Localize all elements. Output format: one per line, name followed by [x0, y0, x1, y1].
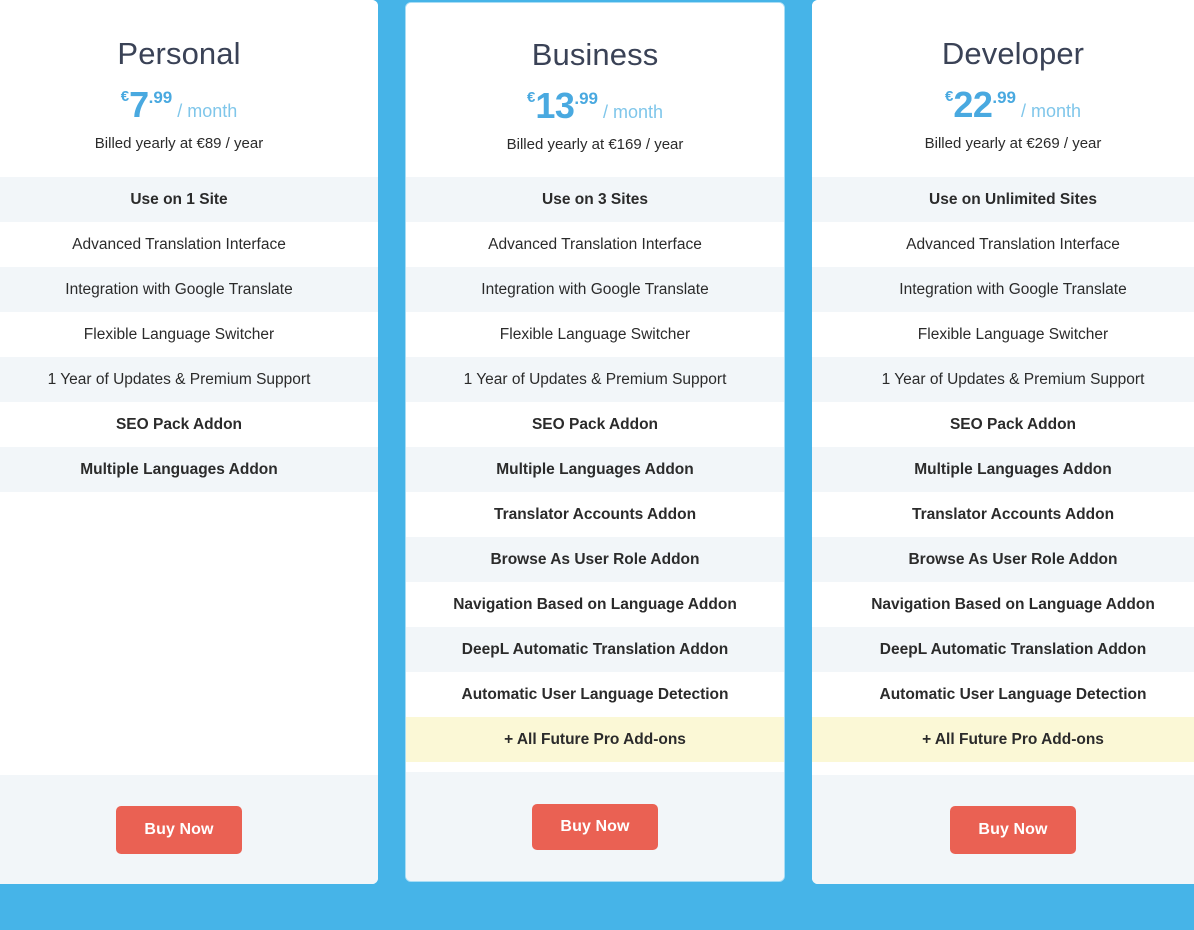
billed-yearly-note: Billed yearly at €169 / year: [506, 135, 684, 153]
feature-row: Flexible Language Switcher: [406, 311, 784, 357]
feature-row: SEO Pack Addon: [406, 401, 784, 447]
plan-footer: Buy Now: [812, 775, 1194, 884]
feature-row: Integration with Google Translate: [406, 266, 784, 312]
plan-footer: Buy Now: [406, 772, 784, 881]
feature-row: Multiple Languages Addon: [812, 446, 1194, 492]
price-amount: 7: [129, 83, 149, 125]
plan-price: €22.99/ month: [812, 83, 1194, 125]
feature-row: DeepL Automatic Translation Addon: [406, 626, 784, 672]
price-amount: 22: [953, 83, 993, 125]
feature-row: Multiple Languages Addon: [0, 446, 378, 492]
feature-row: 1 Year of Updates & Premium Support: [406, 356, 784, 402]
plan-card: Business €13.99/ month Billed yearly at €1…: [405, 2, 785, 882]
feature-row: Use on 1 Site: [0, 176, 378, 222]
feature-row: Integration with Google Translate: [0, 266, 378, 312]
buy-now-button[interactable]: Buy Now: [950, 805, 1076, 854]
price-cents: .99: [992, 87, 1016, 107]
feature-row: Multiple Languages Addon: [406, 446, 784, 492]
buy-now-button[interactable]: Buy Now: [116, 805, 242, 854]
buy-now-button[interactable]: Buy Now: [532, 803, 658, 850]
feature-row: SEO Pack Addon: [812, 401, 1194, 447]
plan-footer: Buy Now: [0, 775, 378, 884]
feature-row: Advanced Translation Interface: [406, 221, 784, 267]
feature-row: 1 Year of Updates & Premium Support: [0, 356, 378, 402]
feature-list: Use on 1 Site Advanced Translation Interf…: [0, 176, 378, 775]
feature-row: Navigation Based on Language Addon: [812, 581, 1194, 627]
billed-yearly-note: Billed yearly at €89 / year: [94, 134, 264, 152]
feature-row: DeepL Automatic Translation Addon: [812, 626, 1194, 672]
plan-card: Personal €7.99/ month Billed yearly at €89…: [0, 0, 378, 884]
price-cents: .99: [148, 87, 173, 107]
plan-card: Developer €22.99/ month Billed yearly at €…: [812, 0, 1194, 884]
price-cents: .99: [574, 88, 598, 108]
plan-header: Personal €7.99/ month Billed yearly at €89…: [0, 0, 378, 152]
feature-row: Use on Unlimited Sites: [812, 176, 1194, 222]
feature-row: Advanced Translation Interface: [812, 221, 1194, 267]
plan-name: Personal: [117, 36, 241, 71]
price-period: / month: [1021, 100, 1082, 121]
feature-row: Navigation Based on Language Addon: [406, 581, 784, 627]
feature-row: Automatic User Language Detection: [812, 671, 1194, 717]
price-period: / month: [603, 101, 664, 122]
feature-row: Translator Accounts Addon: [406, 491, 784, 537]
feature-row: Flexible Language Switcher: [0, 311, 378, 357]
feature-row: Browse As User Role Addon: [406, 536, 784, 582]
feature-row: Advanced Translation Interface: [0, 221, 378, 267]
plan-name: Business: [531, 37, 659, 72]
price-amount: 13: [535, 84, 575, 126]
billed-yearly-note: Billed yearly at €269 / year: [924, 134, 1102, 152]
feature-row: Flexible Language Switcher: [812, 311, 1194, 357]
currency-symbol: €: [120, 87, 130, 105]
feature-list: Use on Unlimited Sites Advanced Translati…: [812, 176, 1194, 775]
feature-row: Automatic User Language Detection: [406, 671, 784, 717]
feature-row: Integration with Google Translate: [812, 266, 1194, 312]
feature-row: Browse As User Role Addon: [812, 536, 1194, 582]
feature-row: 1 Year of Updates & Premium Support: [812, 356, 1194, 402]
plan-price: €13.99/ month: [406, 84, 784, 126]
feature-row: SEO Pack Addon: [0, 401, 378, 447]
plan-header: Business €13.99/ month Billed yearly at €1…: [406, 3, 784, 153]
feature-row: Use on 3 Sites: [406, 176, 784, 222]
plan-header: Developer €22.99/ month Billed yearly at €…: [812, 0, 1194, 152]
price-period: / month: [177, 100, 238, 121]
plan-name: Developer: [941, 36, 1085, 71]
feature-row: Translator Accounts Addon: [812, 491, 1194, 537]
plan-price: €7.99/ month: [0, 83, 378, 125]
feature-row: + All Future Pro Add-ons: [812, 716, 1194, 762]
feature-row: + All Future Pro Add-ons: [406, 716, 784, 762]
pricing-table: Personal €7.99/ month Billed yearly at €89…: [0, 0, 1194, 930]
feature-list: Use on 3 Sites Advanced Translation Inter…: [406, 176, 784, 772]
